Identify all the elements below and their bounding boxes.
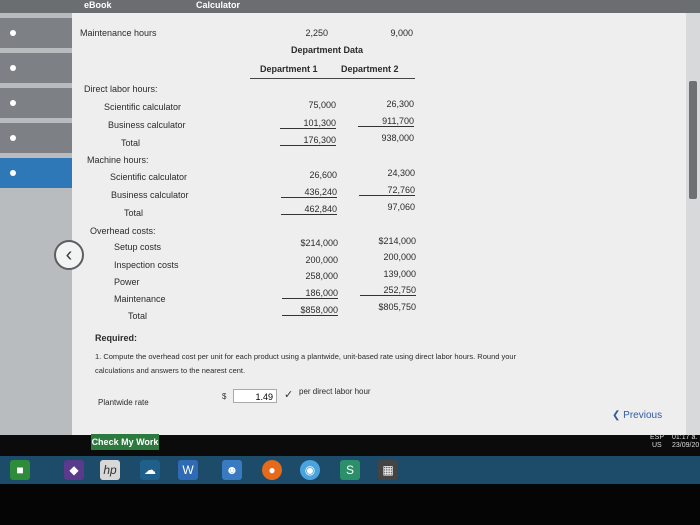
row-label: Total bbox=[121, 138, 141, 148]
top-tab-bar: eBook Calculator bbox=[0, 0, 700, 13]
nav-dot-icon bbox=[10, 135, 16, 141]
previous-button[interactable]: ❮ Previous bbox=[612, 410, 662, 421]
cell-value: 252,750 bbox=[360, 285, 416, 296]
cell-value: 24,300 bbox=[387, 168, 415, 178]
header-divider bbox=[250, 78, 415, 79]
cell-value: 911,700 bbox=[358, 116, 414, 127]
tray-region: US bbox=[652, 442, 662, 449]
row-label: Business calculator bbox=[111, 190, 189, 200]
previous-label: Previous bbox=[623, 410, 663, 421]
row-label: Scientific calculator bbox=[110, 172, 188, 182]
nav-item-2[interactable] bbox=[0, 53, 72, 83]
maintenance-hours-dept2: 9,000 bbox=[390, 28, 413, 38]
nav-item-5-active[interactable] bbox=[0, 158, 72, 188]
plantwide-rate-label: Plantwide rate bbox=[98, 398, 149, 407]
nav-item-1[interactable] bbox=[0, 18, 72, 48]
store-icon[interactable]: ■ bbox=[10, 460, 30, 480]
cell-value: 200,000 bbox=[305, 255, 338, 265]
chevron-left-icon: ‹ bbox=[65, 243, 73, 266]
question-text-line1: 1. Compute the overhead cost per unit fo… bbox=[95, 352, 517, 361]
tab-ebook[interactable]: eBook bbox=[84, 0, 112, 13]
overhead-costs-label: Overhead costs: bbox=[90, 226, 156, 236]
cell-value: 97,060 bbox=[387, 202, 415, 212]
nav-dot-icon bbox=[10, 30, 16, 36]
cell-value: 462,840 bbox=[281, 204, 337, 215]
tray-time: 01:17 a. bbox=[672, 434, 698, 441]
maintenance-hours-dept1: 2,250 bbox=[305, 28, 328, 38]
unit-label: per direct labor hour bbox=[299, 387, 371, 396]
cell-value: 101,300 bbox=[280, 118, 336, 129]
cell-value: 938,000 bbox=[381, 133, 414, 143]
tray-date: 23/09/20 bbox=[672, 442, 700, 449]
chat-icon[interactable]: ☻ bbox=[222, 460, 242, 480]
tray-language[interactable]: ESP bbox=[650, 434, 664, 441]
row-label: Inspection costs bbox=[114, 260, 179, 270]
calculator-icon[interactable]: ▦ bbox=[378, 460, 398, 480]
cell-value: $805,750 bbox=[378, 302, 416, 312]
word-icon[interactable]: W bbox=[178, 460, 198, 480]
row-label: Scientific calculator bbox=[104, 102, 182, 112]
cell-value: 26,600 bbox=[309, 170, 337, 180]
cell-value: 26,300 bbox=[386, 99, 414, 109]
back-arrow-button[interactable]: ‹ bbox=[54, 240, 84, 270]
cell-value: $858,000 bbox=[282, 305, 338, 316]
nav-item-4[interactable] bbox=[0, 123, 72, 153]
left-nav bbox=[0, 18, 72, 193]
cell-value: 436,240 bbox=[281, 187, 337, 198]
cell-value: 186,000 bbox=[282, 288, 338, 299]
cell-value: 139,000 bbox=[383, 269, 416, 279]
row-label: Setup costs bbox=[114, 242, 162, 252]
cell-value: 75,000 bbox=[308, 100, 336, 110]
cell-value: $214,000 bbox=[378, 236, 416, 246]
scrollbar[interactable] bbox=[686, 13, 700, 435]
required-label: Required: bbox=[95, 333, 138, 343]
chrome-icon[interactable]: ◉ bbox=[300, 460, 320, 480]
cell-value: 72,760 bbox=[359, 185, 415, 196]
check-my-work-button[interactable]: Check My Work bbox=[91, 434, 159, 450]
currency-symbol: $ bbox=[222, 392, 227, 401]
plantwide-rate-input[interactable]: 1.49 bbox=[233, 389, 277, 403]
nav-dot-icon bbox=[10, 65, 16, 71]
nav-item-3[interactable] bbox=[0, 88, 72, 118]
checkmark-icon: ✓ bbox=[284, 389, 294, 401]
cell-value: $214,000 bbox=[300, 238, 338, 248]
machine-hours-label: Machine hours: bbox=[87, 155, 149, 165]
nav-dot-icon bbox=[10, 170, 16, 176]
app-icon[interactable]: ◆ bbox=[64, 460, 84, 480]
row-label: Total bbox=[128, 311, 148, 321]
nav-dot-icon bbox=[10, 100, 16, 106]
maintenance-hours-label: Maintenance hours bbox=[80, 28, 157, 38]
direct-labor-label: Direct labor hours: bbox=[84, 84, 158, 94]
cell-value: 258,000 bbox=[305, 271, 338, 281]
monitor-bezel bbox=[0, 484, 700, 525]
row-label: Maintenance bbox=[114, 294, 166, 304]
department-2-header: Department 2 bbox=[341, 64, 399, 74]
firefox-icon[interactable]: ● bbox=[262, 460, 282, 480]
cell-value: 200,000 bbox=[383, 252, 416, 262]
question-text-line2: calculations and answers to the nearest … bbox=[95, 366, 246, 375]
tab-calculator[interactable]: Calculator bbox=[196, 0, 240, 13]
department-data-title: Department Data bbox=[291, 45, 364, 55]
hp-logo-icon[interactable]: hp bbox=[100, 460, 120, 480]
scrollbar-thumb[interactable] bbox=[689, 81, 697, 199]
cell-value: 176,300 bbox=[280, 135, 336, 146]
department-1-header: Department 1 bbox=[260, 64, 318, 74]
row-label: Power bbox=[114, 277, 140, 287]
row-label: Business calculator bbox=[108, 120, 186, 130]
app-s-icon[interactable]: S bbox=[340, 460, 360, 480]
row-label: Total bbox=[124, 208, 144, 218]
cloud-icon[interactable]: ☁ bbox=[140, 460, 160, 480]
